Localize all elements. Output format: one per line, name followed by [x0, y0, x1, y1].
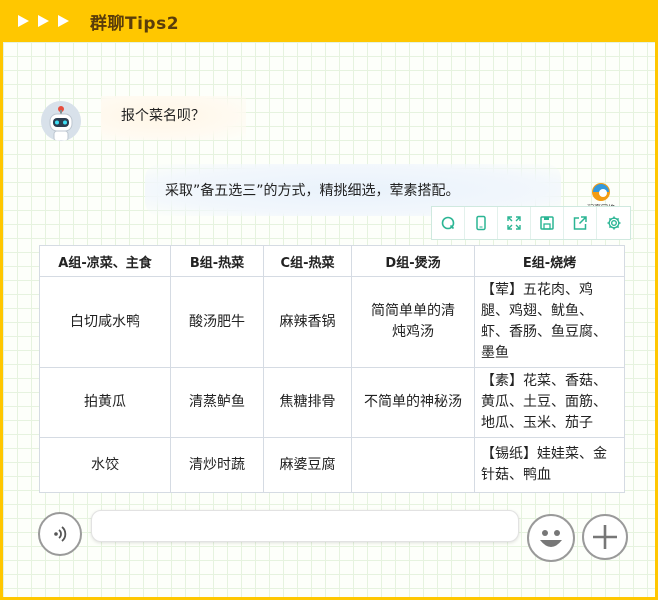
table-cell: 白切咸水鸭 — [39, 276, 171, 368]
column-header: D组-煲汤 — [351, 245, 475, 277]
table-row: 拍黄瓜 清蒸鲈鱼 焦糖排骨 不简单的神秘汤 【素】花菜、香菇、黄瓜、土豆、面筋、… — [39, 367, 625, 438]
settings-icon[interactable] — [597, 207, 630, 239]
table-cell: 拍黄瓜 — [39, 367, 171, 438]
column-header: B组-热菜 — [170, 245, 264, 277]
table-cell: 焦糖排骨 — [263, 367, 352, 438]
message-bubble-incoming: 报个菜名呗？ — [101, 96, 246, 140]
table-row: 白切咸水鸭 酸汤肥牛 麻辣香锅 简简单单的清炖鸡汤 【荤】五花肉、鸡腿、鸡翅、鱿… — [39, 276, 625, 368]
table-cell: 麻婆豆腐 — [263, 437, 352, 493]
emoji-icon — [540, 530, 562, 547]
table-cell: 麻辣香锅 — [263, 276, 352, 368]
arrow-icon — [38, 15, 49, 27]
table-cell: 【锡纸】娃娃菜、金针菇、鸭血 — [474, 437, 625, 493]
table-cell — [351, 437, 475, 493]
voice-button[interactable] — [38, 512, 82, 556]
table-cell: 水饺 — [39, 437, 171, 493]
plus-icon — [593, 525, 617, 549]
robot-avatar — [41, 101, 81, 141]
table-cell: 简简单单的清炖鸡汤 — [351, 276, 475, 368]
table-cell: 【素】花菜、香菇、黄瓜、土豆、面筋、地瓜、玉米、茄子 — [474, 367, 625, 438]
table-cell: 不简单的神秘汤 — [351, 367, 475, 438]
add-button[interactable] — [582, 514, 628, 560]
menu-table: A组-凉菜、主食 B组-热菜 C组-热菜 D组-煲汤 E组-烧烤 白切咸水鸭 酸… — [39, 245, 625, 493]
table-cell: 酸汤肥牛 — [170, 276, 264, 368]
toolbar — [431, 206, 631, 240]
emoji-button[interactable] — [527, 514, 575, 562]
title-arrows — [18, 13, 69, 29]
table-cell: 清蒸鲈鱼 — [170, 367, 264, 438]
message-input[interactable] — [91, 510, 519, 542]
voice-icon — [54, 526, 67, 542]
title-bar: 群聊Tips2 — [3, 0, 658, 42]
column-header: A组-凉菜、主食 — [39, 245, 171, 277]
chat-window: 群聊Tips2 报个菜名呗？ 采取”备五选三”的方式，精挑细选，荤素搭配。 润裔… — [0, 0, 658, 600]
message-text: 采取”备五选三”的方式，精挑细选，荤素搭配。 — [165, 183, 460, 199]
table-cell: 【荤】五花肉、鸡腿、鸡翅、鱿鱼、虾、香肠、鱼豆腐、墨鱼 — [474, 276, 625, 368]
table-header-row: A组-凉菜、主食 B组-热菜 C组-热菜 D组-煲汤 E组-烧烤 — [39, 245, 625, 277]
arrow-icon — [18, 15, 29, 27]
save-icon[interactable] — [531, 207, 564, 239]
message-text: 报个菜名呗？ — [121, 108, 205, 124]
search-icon[interactable] — [432, 207, 465, 239]
column-header: E组-烧烤 — [474, 245, 625, 277]
fullscreen-icon[interactable] — [498, 207, 531, 239]
table-cell: 清炒时蔬 — [170, 437, 264, 493]
mobile-icon[interactable] — [465, 207, 498, 239]
column-header: C组-热菜 — [263, 245, 352, 277]
table-row: 水饺 清炒时蔬 麻婆豆腐 【锡纸】娃娃菜、金针菇、鸭血 — [39, 437, 625, 493]
arrow-icon — [58, 15, 69, 27]
window-title: 群聊Tips2 — [90, 14, 180, 34]
share-icon[interactable] — [564, 207, 597, 239]
